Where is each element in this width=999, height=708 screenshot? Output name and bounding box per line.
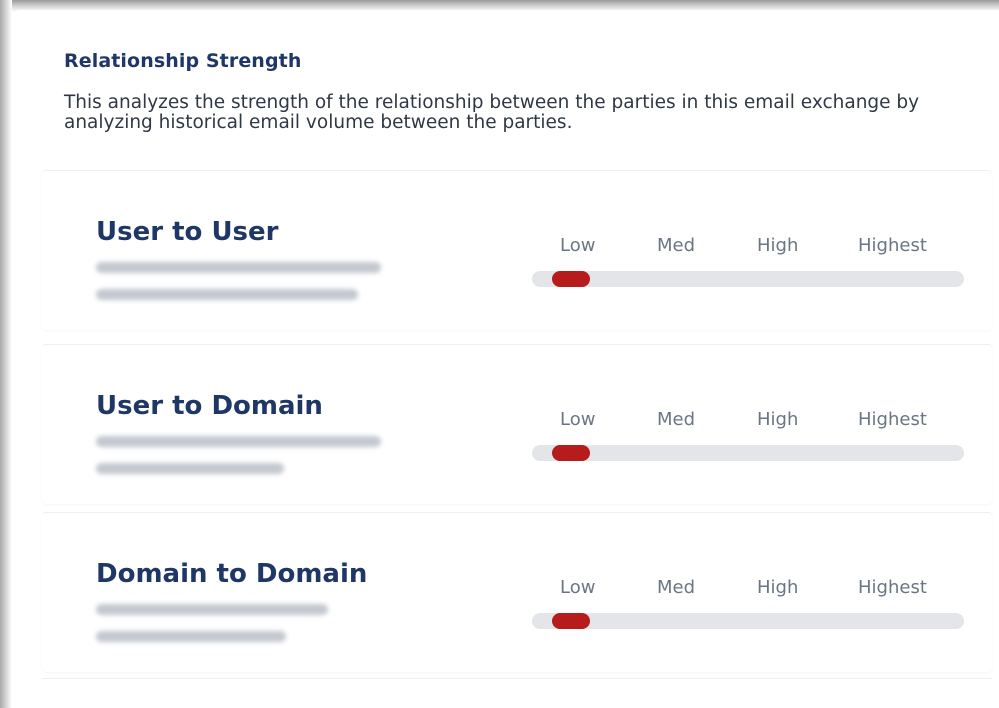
strength-track [532,613,964,629]
redacted-to-address [96,631,286,642]
scale-label-highest: Highest [858,577,927,598]
redacted-to-address [96,463,284,474]
scale-label-highest: Highest [858,235,927,256]
row-title: Domain to Domain [96,559,368,589]
relationship-row-domain-to-domain: Domain to Domain Low Med High Highest [42,512,992,672]
scale-label-low: Low [560,235,596,256]
strength-track [532,445,964,461]
strength-marker [551,613,590,629]
strength-track [532,271,964,287]
row-title: User to Domain [96,391,323,421]
scale-label-highest: Highest [858,409,927,430]
scale-label-high: High [757,577,799,598]
frame-shadow-left [0,0,12,708]
relationship-row-user-to-domain: User to Domain Low Med High Highest [42,344,992,504]
relationship-row-user-to-user: User to User Low Med High Highest [42,170,992,330]
scale-label-high: High [757,409,799,430]
strength-marker [551,445,590,461]
redacted-from-address [96,262,381,273]
scale-label-high: High [757,235,799,256]
redacted-from-address [96,604,328,615]
scale-label-med: Med [657,235,696,256]
divider [42,678,992,679]
row-title: User to User [96,217,279,247]
relationship-strength-panel: Relationship Strength This analyzes the … [12,10,999,708]
redacted-to-address [96,289,358,300]
panel-title: Relationship Strength [64,50,302,72]
redacted-from-address [96,436,381,447]
scale-label-low: Low [560,409,596,430]
scale-label-med: Med [657,409,696,430]
scale-label-low: Low [560,577,596,598]
card-frame: Relationship Strength This analyzes the … [0,0,999,708]
strength-marker [551,271,590,287]
scale-label-med: Med [657,577,696,598]
panel-description: This analyzes the strength of the relati… [64,92,920,133]
